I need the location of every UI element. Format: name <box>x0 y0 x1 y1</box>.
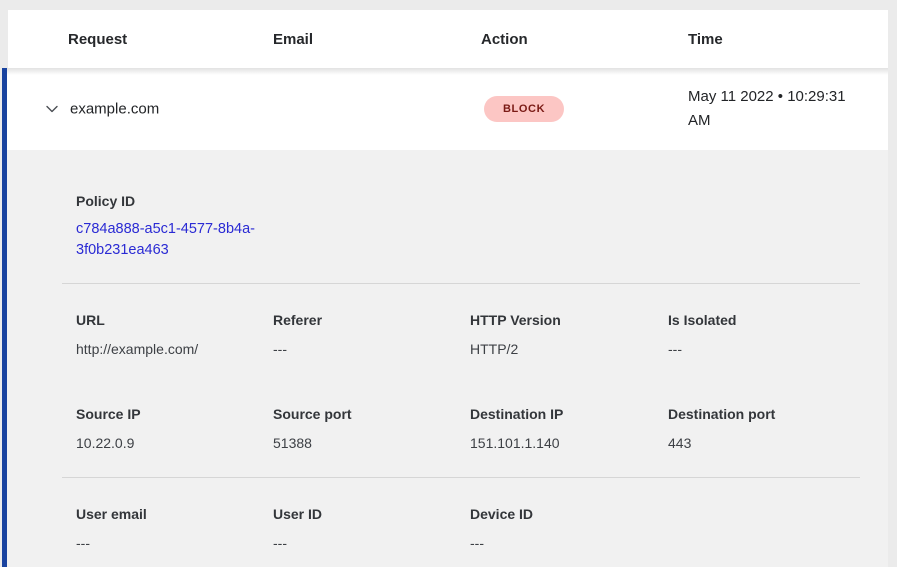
request-domain: example.com <box>70 101 159 118</box>
http-fields-row: URL http://example.com/ Referer --- HTTP… <box>7 312 888 358</box>
field-value: 443 <box>668 435 888 452</box>
field-value: --- <box>273 341 470 358</box>
field-destination-port: Destination port 443 <box>668 406 888 452</box>
field-label: HTTP Version <box>470 312 668 329</box>
field-value: --- <box>470 535 668 552</box>
field-value: --- <box>273 535 470 552</box>
column-header-action: Action <box>481 31 688 48</box>
field-user-id: User ID --- <box>273 506 470 552</box>
field-label: Is Isolated <box>668 312 888 329</box>
field-referer: Referer --- <box>273 312 470 358</box>
field-value: HTTP/2 <box>470 341 668 358</box>
field-label: URL <box>76 312 273 329</box>
field-label: Destination port <box>668 406 888 423</box>
user-fields-row: User email --- User ID --- Device ID --- <box>7 506 888 552</box>
field-label: User email <box>76 506 273 523</box>
column-header-request: Request <box>68 31 273 48</box>
field-http-version: HTTP Version HTTP/2 <box>470 312 668 358</box>
field-url: URL http://example.com/ <box>76 312 273 358</box>
policy-section: Policy ID c784a888-a5c1-4577-8b4a-3f0b23… <box>7 150 888 261</box>
field-label: Source IP <box>76 406 273 423</box>
section-divider <box>62 283 860 284</box>
field-value: 51388 <box>273 435 470 452</box>
policy-id-link[interactable]: c784a888-a5c1-4577-8b4a-3f0b231ea463 <box>76 219 276 261</box>
field-value: --- <box>668 341 888 358</box>
field-value: http://example.com/ <box>76 341 273 358</box>
field-is-isolated: Is Isolated --- <box>668 312 888 358</box>
log-table-row[interactable]: example.com BLOCK May 11 2022 • 10:29:31… <box>2 68 888 150</box>
field-label: User ID <box>273 506 470 523</box>
field-label: Destination IP <box>470 406 668 423</box>
column-header-email: Email <box>273 31 481 48</box>
policy-id-label: Policy ID <box>76 193 888 210</box>
field-value: 10.22.0.9 <box>76 435 273 452</box>
field-empty <box>668 506 888 552</box>
section-divider <box>62 477 860 478</box>
field-label: Device ID <box>470 506 668 523</box>
row-detail-panel: Policy ID c784a888-a5c1-4577-8b4a-3f0b23… <box>2 150 888 567</box>
field-user-email: User email --- <box>76 506 273 552</box>
field-value: --- <box>76 535 273 552</box>
field-value: 151.101.1.140 <box>470 435 668 452</box>
column-header-time: Time <box>688 31 888 48</box>
field-destination-ip: Destination IP 151.101.1.140 <box>470 406 668 452</box>
action-status-badge: BLOCK <box>484 96 564 122</box>
network-fields-row: Source IP 10.22.0.9 Source port 51388 De… <box>7 406 888 452</box>
field-device-id: Device ID --- <box>470 506 668 552</box>
request-timestamp: May 11 2022 • 10:29:31 AM <box>688 85 866 133</box>
field-source-ip: Source IP 10.22.0.9 <box>76 406 273 452</box>
field-label: Source port <box>273 406 470 423</box>
log-table-header: Request Email Action Time <box>8 10 888 68</box>
field-label: Referer <box>273 312 470 329</box>
chevron-down-icon[interactable] <box>43 100 61 118</box>
field-source-port: Source port 51388 <box>273 406 470 452</box>
